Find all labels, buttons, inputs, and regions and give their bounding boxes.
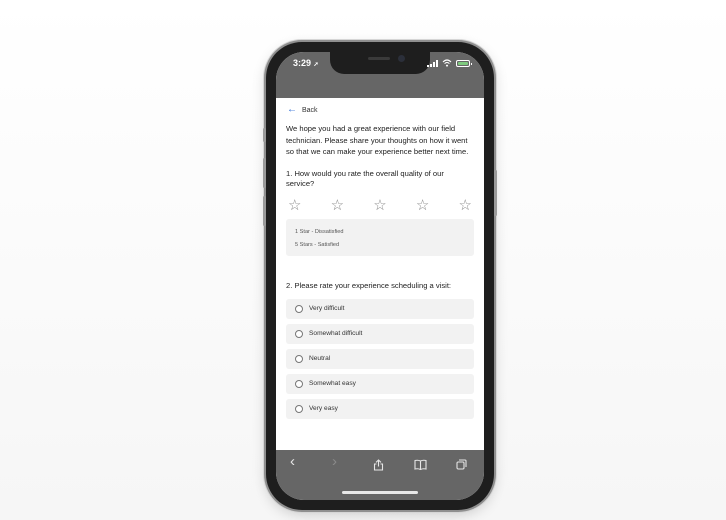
radio-option-label: Somewhat easy (309, 380, 356, 388)
radio-option[interactable]: Very easy (286, 398, 474, 419)
radio-option[interactable]: Neutral (286, 348, 474, 369)
arrow-left-icon: ← (287, 104, 297, 115)
radio-option-label: Very easy (309, 405, 338, 413)
survey-content: ← Back We hope you had a great experienc… (286, 100, 474, 424)
legend-min: 1 Star - Dissatisfied (295, 228, 344, 235)
share-icon[interactable] (373, 459, 384, 474)
back-label: Back (302, 106, 318, 114)
phone-screen: 3:29 ➚ ← Back We hope you had a great ex… (276, 52, 484, 500)
intro-text: We hope you had a great experience with … (286, 124, 469, 157)
wifi-icon (442, 59, 452, 67)
question-1-text: 1. How would you rate the overall qualit… (286, 168, 444, 189)
radio-option-label: Very difficult (309, 305, 345, 313)
radio-option-label: Neutral (309, 355, 331, 363)
radio-option[interactable]: Somewhat easy (286, 373, 474, 394)
radio-button-icon[interactable] (295, 304, 303, 313)
star-icon[interactable]: ☆ (416, 198, 429, 213)
speaker-grille (368, 57, 390, 60)
camera-icon (398, 55, 405, 62)
tabs-icon[interactable] (456, 459, 467, 473)
status-time: 3:29 ➚ (293, 58, 319, 68)
mute-switch (263, 128, 266, 142)
battery-icon (456, 59, 472, 67)
question-2-text: 2. Please rate your experience schedulin… (286, 280, 452, 290)
bookmarks-icon[interactable] (414, 459, 427, 473)
star-icon[interactable]: ☆ (331, 198, 344, 213)
star-icon[interactable]: ☆ (373, 198, 386, 213)
location-icon: ➚ (313, 62, 319, 68)
volume-up-button (263, 158, 266, 188)
legend-max: 5 Stars - Satisfied (295, 241, 340, 248)
radio-button-icon[interactable] (295, 354, 303, 363)
rating-legend: 1 Star - Dissatisfied 5 Stars - Satisfie… (286, 218, 474, 256)
star-icon[interactable]: ☆ (288, 198, 301, 213)
radio-button-icon[interactable] (295, 379, 303, 388)
notch (330, 52, 430, 74)
status-bar: 3:29 ➚ (276, 52, 484, 98)
radio-option[interactable]: Very difficult (286, 298, 474, 319)
signal-icon (427, 59, 438, 67)
power-button (494, 170, 497, 216)
home-indicator (342, 491, 418, 494)
phone-frame: 3:29 ➚ ← Back We hope you had a great ex… (263, 42, 497, 510)
browser-toolbar: ‹ › (276, 450, 484, 500)
back-link[interactable]: ← Back (287, 105, 474, 115)
status-icons (427, 59, 472, 67)
volume-down-button (263, 196, 266, 226)
star-rating: ☆ ☆ ☆ ☆ ☆ (286, 198, 474, 213)
scheduling-options: Very difficult Somewhat difficult Neutral S… (286, 298, 474, 419)
chevron-left-icon[interactable]: ‹ (290, 454, 295, 469)
chevron-right-icon[interactable]: › (332, 454, 337, 469)
radio-button-icon[interactable] (295, 329, 303, 338)
radio-option-label: Somewhat difficult (309, 330, 363, 338)
radio-button-icon[interactable] (295, 404, 303, 413)
star-icon[interactable]: ☆ (459, 198, 472, 213)
radio-option[interactable]: Somewhat difficult (286, 323, 474, 344)
